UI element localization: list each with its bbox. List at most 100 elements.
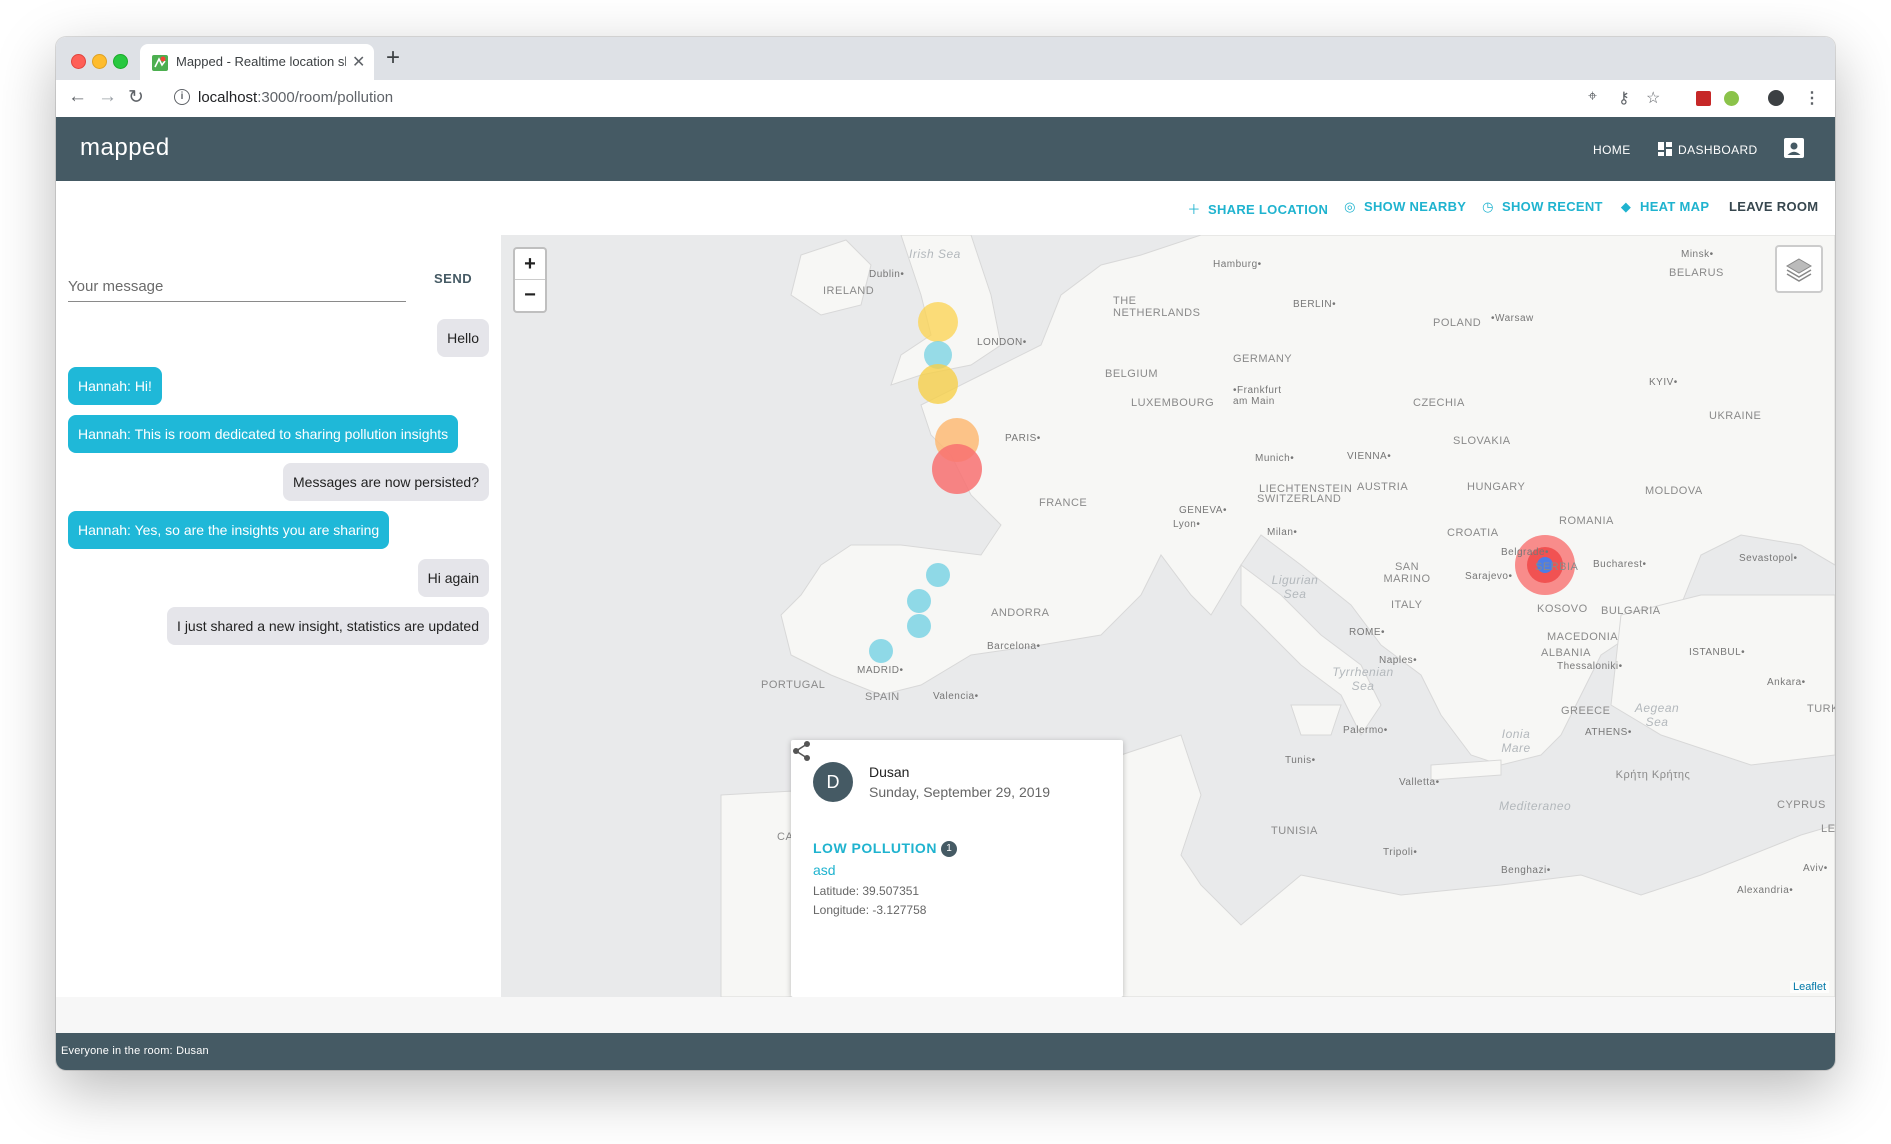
map-label: MACEDONIA: [1547, 631, 1619, 643]
leave-room-button[interactable]: LEAVE ROOM: [1729, 199, 1818, 214]
map-label: HUNGARY: [1467, 481, 1526, 493]
plus-icon: ＋: [1187, 202, 1201, 217]
map-label: ITALY: [1391, 599, 1423, 611]
map-label: SWITZERLAND: [1257, 493, 1342, 505]
map-label: ALBANIA: [1541, 647, 1591, 659]
layers-control[interactable]: [1775, 245, 1823, 293]
chat-message: Hi again: [417, 559, 489, 597]
map-label: Dublin•: [869, 269, 905, 280]
address-bar[interactable]: i localhost:3000/room/pollution: [164, 84, 1624, 112]
account-icon[interactable]: [1784, 138, 1804, 158]
chat-message: Messages are now persisted?: [283, 463, 489, 501]
map-label: BERLIN•: [1293, 299, 1337, 310]
map-label: Tyrrhenian Sea: [1332, 665, 1394, 693]
close-tab-icon[interactable]: ✕: [352, 52, 365, 72]
extension-green-icon[interactable]: [1724, 91, 1739, 106]
minimize-window-button[interactable]: [92, 54, 107, 69]
leaflet-attribution-link[interactable]: Leaflet: [1789, 981, 1829, 993]
map-label: Valletta•: [1399, 777, 1440, 788]
map-label: THE NETHERLANDS: [1113, 295, 1201, 319]
dashboard-icon: [1658, 142, 1672, 156]
latitude-text: Latitude: 39.507351: [813, 884, 920, 898]
layers-stack-icon: [1786, 258, 1812, 282]
map-label: Belgrade•: [1501, 547, 1550, 558]
map-label: POLAND: [1433, 317, 1482, 329]
close-window-button[interactable]: [71, 54, 86, 69]
reload-icon[interactable]: ↻: [128, 86, 144, 109]
browser-toolbar: ← → ↻ i localhost:3000/room/pollution ⌖ …: [56, 80, 1835, 118]
map-label: Minsk•: [1681, 249, 1714, 260]
back-icon[interactable]: ←: [68, 86, 87, 108]
layers-icon: ◆: [1620, 199, 1632, 214]
map-label: LUXEMBOURG: [1131, 397, 1215, 409]
map-label: VIENNA•: [1347, 451, 1392, 462]
longitude-text: Longitude: -3.127758: [813, 903, 927, 917]
map-label: BULGARIA: [1601, 605, 1661, 617]
send-button[interactable]: SEND: [428, 267, 478, 290]
map-label: PORTUGAL: [761, 679, 826, 691]
map-label: Aegean Sea: [1634, 701, 1680, 729]
map-label: CYPRUS: [1777, 799, 1826, 811]
star-icon[interactable]: ☆: [1646, 88, 1660, 108]
avatar: D: [813, 762, 853, 802]
map-label: GREECE: [1561, 705, 1611, 717]
map-label: SLOVAKIA: [1453, 435, 1511, 447]
map-label: GENEVA•: [1179, 505, 1227, 516]
brand-logo[interactable]: mapped: [80, 134, 170, 162]
tab-strip: Mapped - Realtime location sh ✕ +: [56, 37, 1835, 80]
zoom-out-button[interactable]: −: [515, 280, 545, 310]
app-bar: mapped HOME DASHBOARD: [56, 117, 1835, 181]
map-view[interactable]: Irish Sea Dublin• IRELAND LONDON• THE NE…: [501, 235, 1835, 997]
map-label: TURK: [1807, 703, 1835, 715]
forward-icon[interactable]: →: [98, 86, 117, 108]
home-link[interactable]: HOME: [1593, 143, 1631, 157]
map-label: ISTANBUL•: [1689, 647, 1746, 658]
dashboard-link[interactable]: DASHBOARD: [1678, 143, 1758, 157]
show-recent-button[interactable]: ◷ SHOW RECENT: [1480, 199, 1603, 215]
message-input[interactable]: [68, 271, 406, 302]
zoom-in-button[interactable]: +: [515, 249, 545, 280]
maximize-window-button[interactable]: [113, 54, 128, 69]
map-label: Ionia Mare: [1501, 727, 1531, 755]
browser-window: Mapped - Realtime location sh ✕ + ← → ↻ …: [56, 37, 1835, 1070]
menu-icon[interactable]: ⋮: [1804, 88, 1820, 108]
site-info-icon[interactable]: i: [174, 89, 190, 105]
map-label: MADRID•: [857, 665, 904, 676]
pollution-level: LOW POLLUTION: [813, 840, 937, 856]
chat-message: Hannah: This is room dedicated to sharin…: [68, 415, 459, 453]
map-favicon-icon: [152, 55, 168, 71]
map-label: LONDON•: [977, 337, 1027, 348]
share-icon[interactable]: [791, 740, 813, 762]
chat-panel: SEND Hello Hannah: Hi! Hannah: This is r…: [56, 235, 501, 997]
tab-title: Mapped - Realtime location sh: [176, 54, 346, 69]
map-label: FRANCE: [1039, 497, 1088, 509]
url-text: localhost:3000/room/pollution: [198, 89, 394, 106]
zoom-control: + −: [513, 247, 547, 313]
map-label: Bucharest•: [1593, 559, 1647, 570]
user-name: Dusan: [869, 764, 910, 780]
map-label: CROATIA: [1447, 527, 1499, 539]
map-label: Palermo•: [1343, 725, 1388, 736]
map-label: Valencia•: [933, 691, 979, 702]
browser-tab[interactable]: Mapped - Realtime location sh ✕: [140, 44, 374, 80]
profile-icon[interactable]: [1768, 90, 1784, 106]
show-nearby-button[interactable]: ◎ SHOW NEARBY: [1342, 199, 1466, 215]
share-location-button[interactable]: ＋ SHARE LOCATION: [1186, 199, 1328, 218]
chat-message: I just shared a new insight, statistics …: [167, 607, 489, 645]
room-members-text: Everyone in the room: Dusan: [61, 1045, 209, 1057]
location-icon[interactable]: ⌖: [1588, 88, 1597, 106]
map-label: AUSTRIA: [1357, 481, 1409, 493]
map-label: Sarajevo•: [1465, 571, 1513, 582]
map-label: Tripoli•: [1383, 847, 1418, 858]
map-label: SERBIA: [1535, 561, 1579, 573]
heat-map-button[interactable]: ◆ HEAT MAP: [1618, 199, 1709, 215]
map-label: Aviv•: [1803, 863, 1828, 874]
new-tab-button[interactable]: +: [386, 44, 400, 72]
extension-icon[interactable]: [1696, 91, 1711, 106]
clock-icon: ◷: [1482, 199, 1494, 214]
chat-message: Hannah: Hi!: [68, 367, 162, 405]
key-icon[interactable]: ⚷: [1618, 88, 1630, 108]
map-label: •Frankfurt am Main: [1233, 385, 1282, 407]
map-label: Munich•: [1255, 453, 1295, 464]
insight-popup-card: D Dusan Sunday, September 29, 2019 LOW P…: [791, 740, 1123, 997]
